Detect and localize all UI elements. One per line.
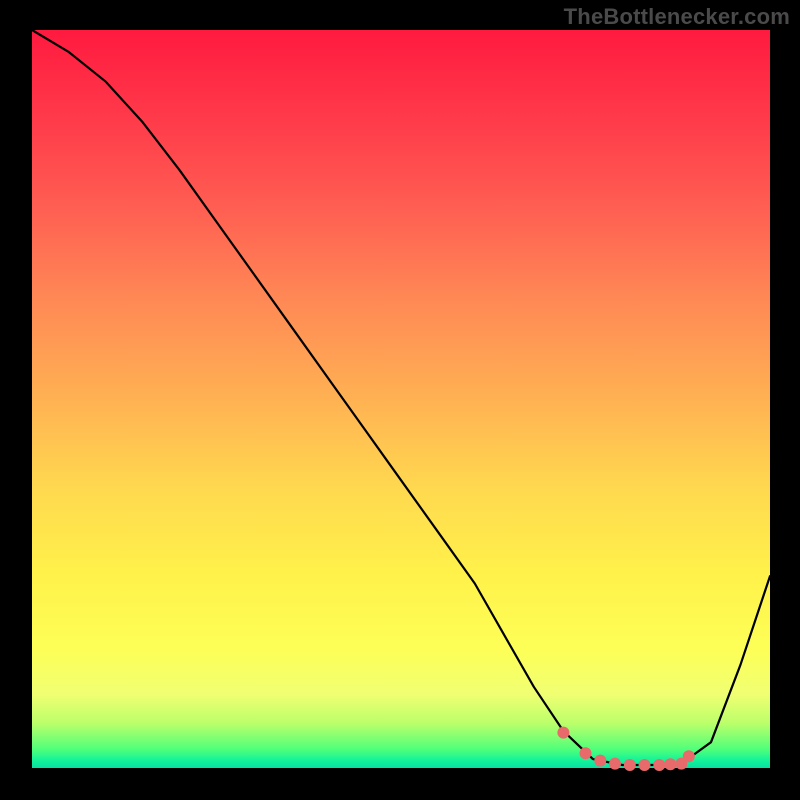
plot-area [32,30,770,768]
optimal-marker [639,759,651,771]
optimal-marker [594,755,606,767]
optimal-marker [580,747,592,759]
chart-frame: TheBottlenecker.com [0,0,800,800]
bottleneck-curve [32,30,770,765]
chart-svg [32,30,770,768]
optimal-marker [683,750,695,762]
optimal-marker [653,759,665,771]
optimal-markers [557,727,694,771]
optimal-marker [557,727,569,739]
optimal-marker [609,758,621,770]
watermark-text: TheBottlenecker.com [564,4,790,30]
optimal-marker [624,759,636,771]
optimal-marker [664,758,676,770]
